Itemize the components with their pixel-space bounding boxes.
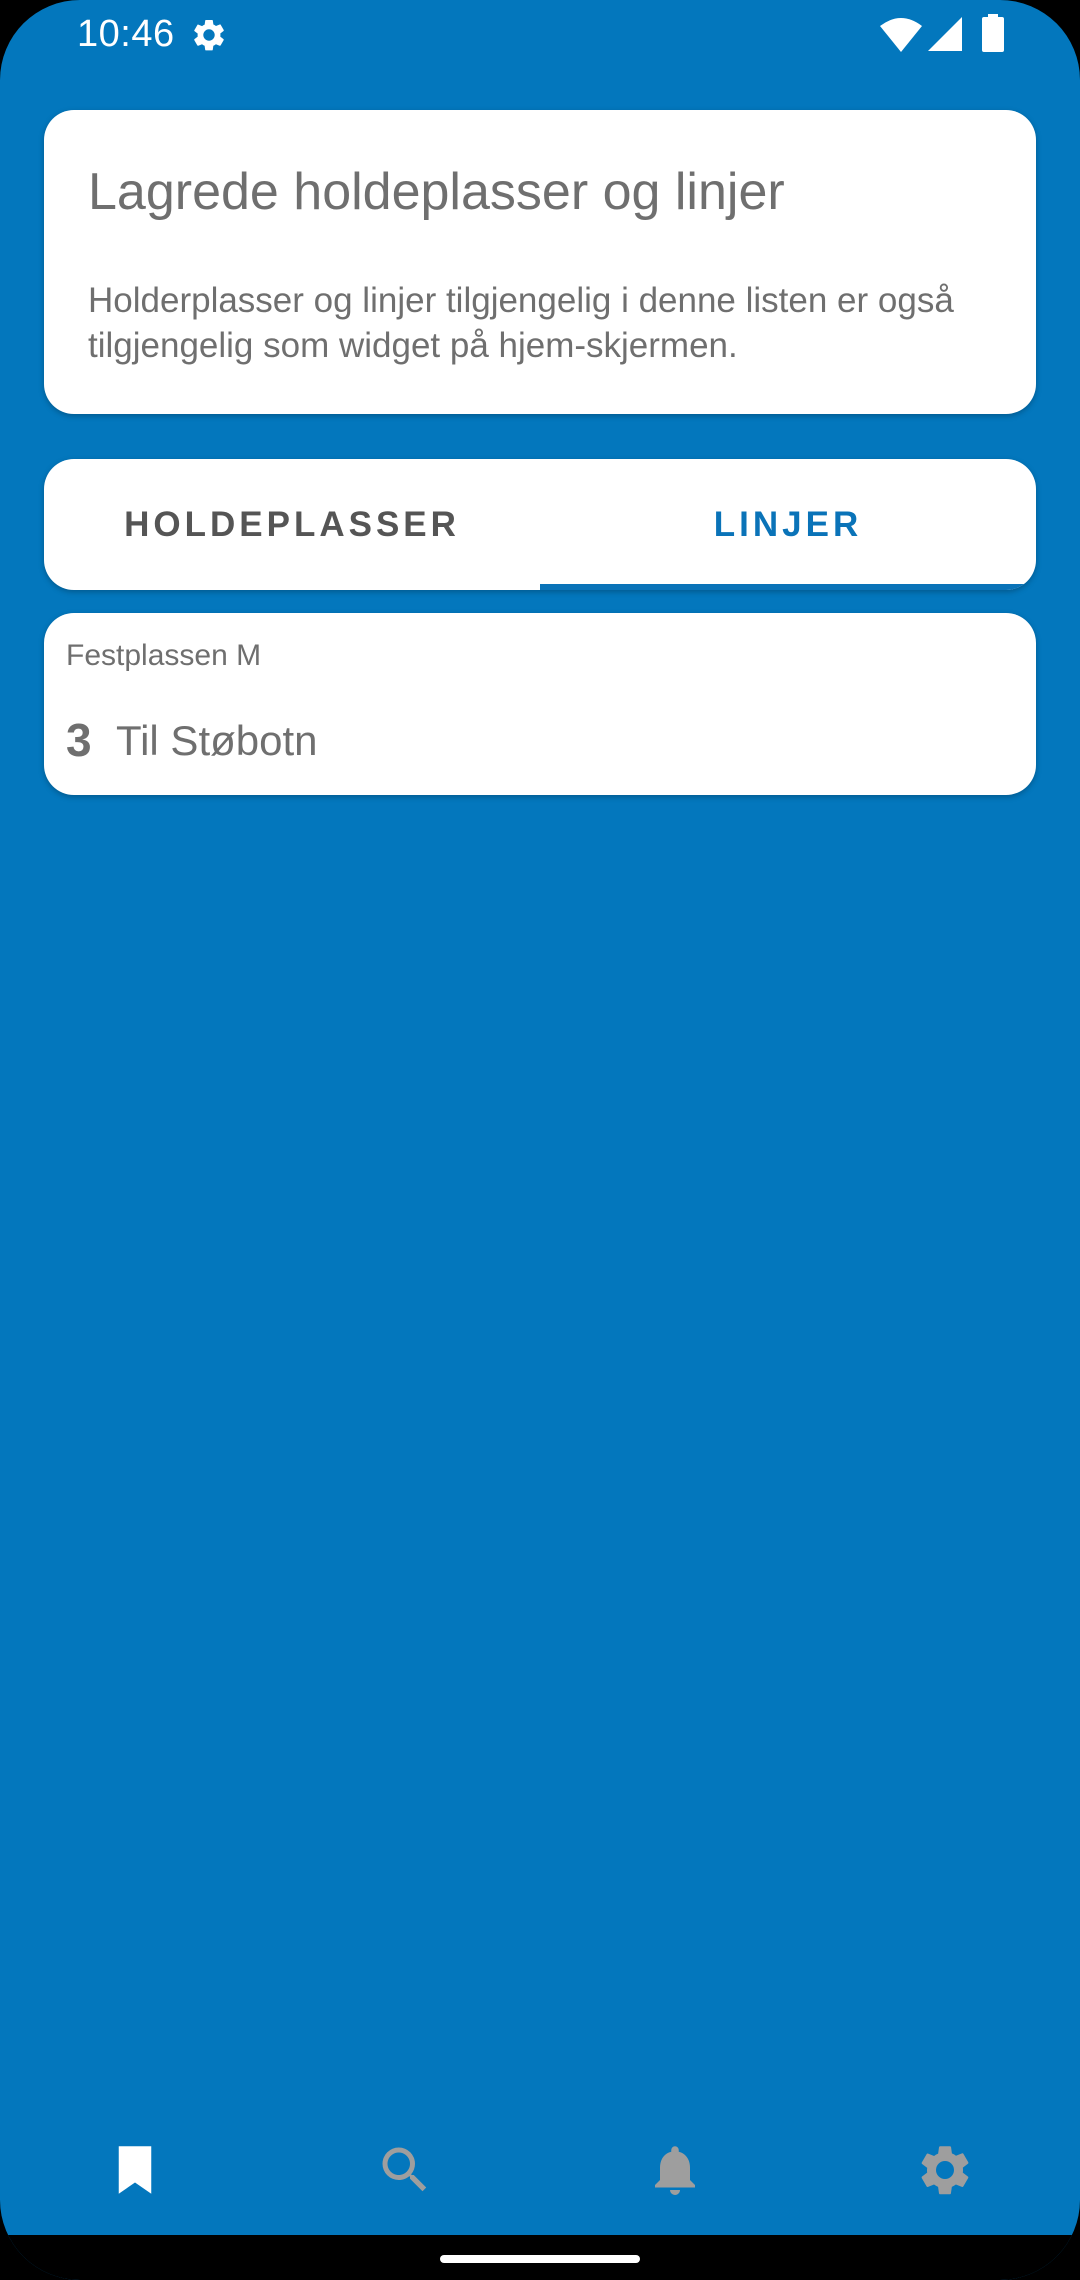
status-bar: 10:46 <box>0 0 1080 70</box>
line-direction: Til Støbotn <box>116 717 318 764</box>
bookmark-icon <box>118 2146 152 2194</box>
signal-icon <box>928 17 962 51</box>
stop-name: Festplassen M <box>66 639 262 672</box>
nav-saved[interactable] <box>0 2120 270 2220</box>
home-handle[interactable] <box>440 2255 640 2263</box>
bottom-navigation <box>0 2120 1080 2220</box>
tab-bar: HOLDEPLASSER LINJER <box>44 459 1036 590</box>
battery-icon <box>982 14 1004 52</box>
page-title: Lagrede holdeplasser og linjer <box>88 163 785 221</box>
bell-icon <box>655 2146 695 2195</box>
gesture-bar <box>0 2235 1080 2280</box>
line-number: 3 <box>66 714 92 766</box>
nav-settings[interactable] <box>810 2120 1080 2220</box>
search-icon <box>382 2147 427 2192</box>
saved-line-item[interactable]: Festplassen M 3 Til Støbotn <box>44 613 1036 795</box>
info-description: Holderplasser og linjer tilgjengelig i d… <box>88 281 954 365</box>
settings-icon <box>921 2146 969 2195</box>
tab-linjer[interactable]: LINJER <box>540 459 1036 590</box>
wifi-icon <box>880 18 922 52</box>
app-screen: 10:46 Lagrede holdeplasser og linjer Hol… <box>0 0 1080 2280</box>
tab-holdeplasser[interactable]: HOLDEPLASSER <box>44 459 540 590</box>
tab-indicator <box>540 584 1036 590</box>
info-card: Lagrede holdeplasser og linjer Holderpla… <box>44 110 1036 414</box>
nav-search[interactable] <box>270 2120 540 2220</box>
status-time: 10:46 <box>77 13 175 55</box>
nav-notifications[interactable] <box>540 2120 810 2220</box>
settings-icon <box>194 19 224 51</box>
